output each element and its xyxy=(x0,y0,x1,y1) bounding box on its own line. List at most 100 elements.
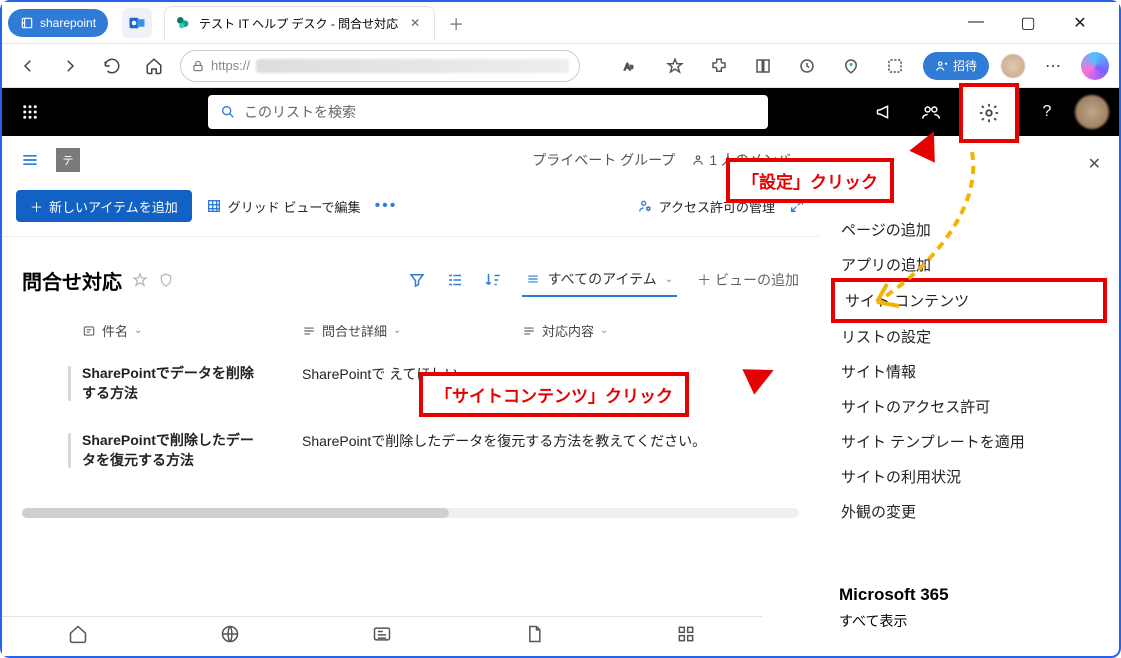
nav-file-icon[interactable] xyxy=(524,624,544,649)
favorite-button[interactable] xyxy=(659,50,691,82)
grid-edit-button[interactable]: グリッド ビューで編集 xyxy=(206,197,361,216)
group-type-label: プライベート グループ xyxy=(532,150,675,170)
favorite-star-icon[interactable] xyxy=(132,272,148,288)
megaphone-button[interactable] xyxy=(867,94,903,130)
nav-home-icon[interactable] xyxy=(68,624,88,649)
horizontal-scroll[interactable] xyxy=(22,508,799,518)
search-icon xyxy=(220,104,236,120)
col-detail-header[interactable]: 問合せ詳細⌄ xyxy=(302,321,482,340)
url-redacted xyxy=(256,59,569,73)
text-long-icon xyxy=(302,324,316,338)
svg-text:A⁾⁾: A⁾⁾ xyxy=(624,61,633,71)
group-button[interactable] xyxy=(446,271,464,289)
nav-globe-icon[interactable] xyxy=(220,624,240,649)
url-scheme: https:// xyxy=(211,58,250,73)
screenshot-button[interactable] xyxy=(879,50,911,82)
search-box[interactable]: このリストを検索 xyxy=(208,95,768,129)
gear-icon xyxy=(978,102,1000,124)
copilot-button[interactable] xyxy=(1081,52,1109,80)
scroll-thumb[interactable] xyxy=(22,508,449,518)
search-placeholder: このリストを検索 xyxy=(244,102,356,122)
more-button[interactable]: ⋯ xyxy=(1037,50,1069,82)
sort-button[interactable] xyxy=(484,271,502,289)
browser-tab-strip: sharepoint テスト IT ヘルプ デスク - 問合せ対応 ✕ ＋ ― … xyxy=(2,2,1119,44)
history-button[interactable] xyxy=(791,50,823,82)
settings-flyout: ✕ ページの追加 アプリの追加 サイト コンテンツ リストの設定 サイト情報 サ… xyxy=(819,136,1119,641)
nav-news-icon[interactable] xyxy=(372,624,392,649)
settings-item-site-contents-highlight: サイト コンテンツ xyxy=(831,278,1107,323)
people-button[interactable] xyxy=(913,94,949,130)
home-button[interactable] xyxy=(138,50,170,82)
close-window-button[interactable]: ✕ xyxy=(1065,13,1095,33)
settings-item-site-contents[interactable]: サイト コンテンツ xyxy=(839,286,1099,315)
active-browser-tab[interactable]: テスト IT ヘルプ デスク - 問合せ対応 ✕ xyxy=(164,6,435,40)
m365-heading: Microsoft 365 xyxy=(839,585,1099,605)
grid-icon xyxy=(206,198,222,214)
overflow-button[interactable]: ••• xyxy=(375,197,398,215)
pinned-tab-label: sharepoint xyxy=(40,16,96,30)
help-button[interactable]: ? xyxy=(1029,94,1065,130)
new-tab-button[interactable]: ＋ xyxy=(441,8,471,38)
person-icon xyxy=(691,153,705,167)
site-logo[interactable]: テ xyxy=(56,148,80,172)
close-tab-button[interactable]: ✕ xyxy=(406,14,424,32)
settings-item-add-page[interactable]: ページの追加 xyxy=(839,212,1099,247)
filter-button[interactable] xyxy=(408,271,426,289)
performance-button[interactable] xyxy=(835,50,867,82)
cell-detail: SharePointで削除したデータを復元する方法を教えてください。 xyxy=(302,431,799,470)
back-button[interactable] xyxy=(12,50,44,82)
nav-apps-icon[interactable] xyxy=(676,624,696,649)
url-field[interactable]: https:// xyxy=(180,50,580,82)
account-avatar[interactable] xyxy=(1075,95,1109,129)
forward-button[interactable] xyxy=(54,50,86,82)
text-icon xyxy=(82,324,96,338)
profile-avatar[interactable] xyxy=(1001,54,1025,78)
settings-item-site-info[interactable]: サイト情報 xyxy=(839,354,1099,389)
site-header: テ プライベート グループ 1 人のメンバー xyxy=(2,136,819,184)
read-aloud-button[interactable]: A⁾⁾ xyxy=(615,50,647,82)
extensions-button[interactable] xyxy=(703,50,735,82)
lock-icon xyxy=(191,59,205,73)
m365-view-all-link[interactable]: すべて表示 xyxy=(839,611,1099,631)
settings-item-change-look[interactable]: 外観の変更 xyxy=(839,494,1099,529)
list-icon xyxy=(526,272,540,286)
window-controls: ― ▢ ✕ xyxy=(961,13,1113,33)
close-flyout-button[interactable]: ✕ xyxy=(1088,154,1101,174)
current-view-dropdown[interactable]: すべてのアイテム ⌄ xyxy=(522,263,677,297)
settings-item-add-app[interactable]: アプリの追加 xyxy=(839,247,1099,282)
sharepoint-favicon-icon xyxy=(175,15,191,31)
collections-button[interactable] xyxy=(747,50,779,82)
settings-item-list-settings[interactable]: リストの設定 xyxy=(839,319,1099,354)
app-launcher-button[interactable] xyxy=(12,94,48,130)
settings-item-apply-template[interactable]: サイト テンプレートを適用 xyxy=(839,424,1099,459)
list-item[interactable]: SharePointで削除したデータを復元する方法 SharePointで削除し… xyxy=(22,417,799,484)
refresh-button[interactable] xyxy=(96,50,128,82)
person-settings-icon xyxy=(637,198,653,214)
nav-toggle-button[interactable] xyxy=(16,146,44,174)
invite-label: 招待 xyxy=(953,57,977,74)
new-item-button[interactable]: ＋ 新しいアイテムを追加 xyxy=(16,190,192,222)
settings-button[interactable] xyxy=(959,83,1019,143)
suite-header: このリストを検索 ? xyxy=(2,88,1119,136)
privacy-icon xyxy=(158,272,174,288)
list-header: 問合せ対応 すべてのアイテム ⌄ ＋ ビューの追加 xyxy=(2,237,819,315)
list-title: 問合せ対応 xyxy=(22,266,122,295)
cell-title: SharePointでデータを削除する方法 xyxy=(82,364,262,403)
bottom-quick-nav xyxy=(2,616,762,656)
pinned-tab-sharepoint[interactable]: sharepoint xyxy=(8,9,108,37)
minimize-button[interactable]: ― xyxy=(961,13,991,33)
col-response-header[interactable]: 対応内容⌄ xyxy=(522,321,642,340)
pinned-tab-outlook[interactable] xyxy=(122,8,152,38)
col-title-header[interactable]: 件名⌄ xyxy=(82,321,262,340)
invite-button[interactable]: 招待 xyxy=(923,52,989,80)
list-rows: SharePointでデータを削除する方法 SharePointで えてほしい … xyxy=(2,350,819,504)
callout-site-contents: 「サイトコンテンツ」クリック xyxy=(419,372,689,417)
text-long-icon xyxy=(522,324,536,338)
callout-settings: 「設定」クリック xyxy=(726,158,894,203)
maximize-button[interactable]: ▢ xyxy=(1013,13,1043,33)
settings-item-site-permissions[interactable]: サイトのアクセス許可 xyxy=(839,389,1099,424)
column-headers: 件名⌄ 問合せ詳細⌄ 対応内容⌄ xyxy=(2,315,819,350)
add-view-button[interactable]: ＋ ビューの追加 xyxy=(697,270,799,290)
command-bar: ＋ 新しいアイテムを追加 グリッド ビューで編集 ••• アクセス許可の管理 xyxy=(2,184,819,237)
settings-item-site-usage[interactable]: サイトの利用状況 xyxy=(839,459,1099,494)
